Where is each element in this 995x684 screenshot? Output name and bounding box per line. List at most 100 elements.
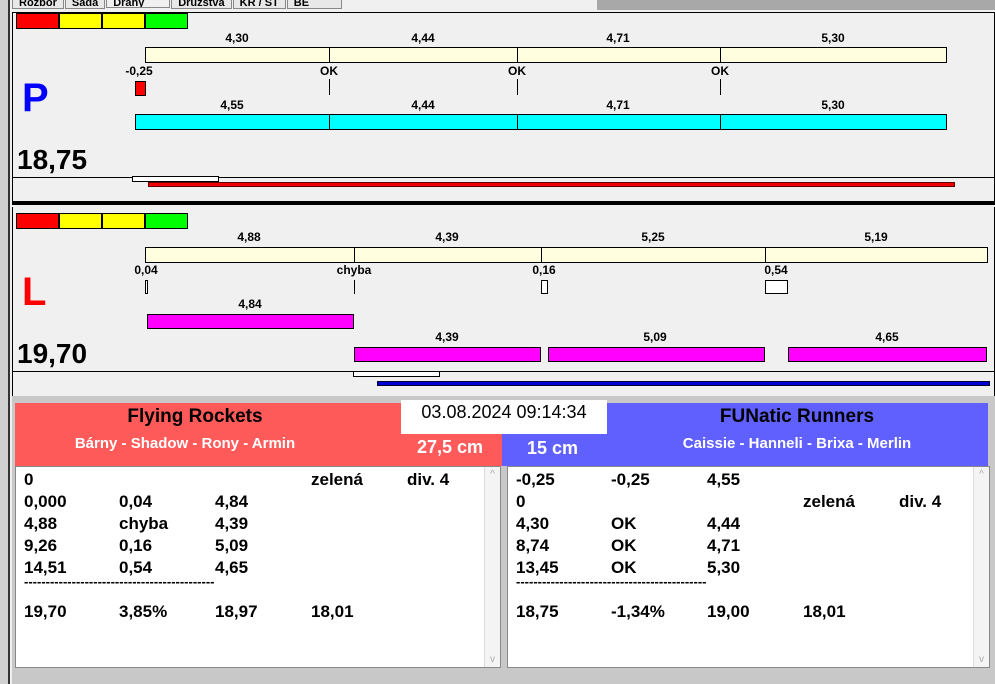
run-label: 4,65 (875, 330, 899, 344)
total-cell: 18,01 (803, 602, 846, 621)
split-label: 5,25 (641, 230, 665, 244)
total-cell: 19,00 (707, 602, 750, 621)
signal-green (145, 213, 188, 229)
run-label: 4,71 (606, 98, 630, 112)
result-cell: 9,26 (24, 536, 58, 555)
signal-green (145, 13, 188, 29)
ideal-bar (145, 47, 947, 63)
timeline-bar (377, 381, 990, 386)
split-label: 4,39 (435, 230, 459, 244)
result-cell: 4,88 (24, 514, 58, 533)
scrollbar[interactable]: ^ v (973, 467, 989, 667)
scrollbar[interactable]: ^ v (484, 467, 500, 667)
signal-yellow (59, 13, 102, 29)
signal-yellow (59, 213, 102, 229)
result-cell: 4,65 (215, 558, 249, 577)
total-cell: 18,97 (215, 602, 258, 621)
total-cell: 18,75 (516, 602, 559, 621)
start-label: -0,25 (125, 64, 153, 78)
tab-drahy[interactable]: Dráhy (106, 0, 171, 8)
run-bar (788, 347, 987, 362)
lane-letter: P (22, 76, 49, 120)
tab-rozbor[interactable]: Rozbor (12, 0, 64, 9)
run-label: 5,09 (643, 330, 667, 344)
lane-letter: L (22, 270, 47, 314)
signal-red (16, 13, 59, 29)
result-cell: OK (611, 536, 637, 555)
split-label: 4,71 (606, 31, 630, 45)
signal-yellow (102, 13, 145, 29)
window-edge (0, 0, 10, 684)
chevron-up-icon[interactable]: ^ (485, 467, 500, 480)
team-name: FUNatic Runners (719, 406, 875, 427)
false-start-marker (135, 81, 146, 96)
result-cell: 0 (516, 492, 526, 511)
result-cell: 4,71 (707, 536, 741, 555)
run-label: 4,39 (435, 330, 459, 344)
team-players: Bárny - Shadow - Rony - Armin (74, 435, 296, 452)
result-cell: zelená (803, 492, 855, 511)
result-cell: div. 4 (407, 470, 450, 489)
chevron-down-icon[interactable]: v (974, 654, 989, 665)
result-cell: 5,30 (707, 558, 741, 577)
signal-yellow (102, 213, 145, 229)
run-label: 4,55 (220, 98, 244, 112)
left-results-panel[interactable]: ^ v 0 zelená div. 4 0,000 0,04 4,84 4,88 chyba 4,… (15, 466, 501, 668)
chevron-down-icon[interactable]: v (485, 654, 500, 665)
result-cell: 4,44 (707, 514, 741, 533)
result-cell: 8,74 (516, 536, 550, 555)
split-label: 5,19 (864, 230, 888, 244)
result-cell: div. 4 (899, 492, 942, 511)
total-cell: 18,01 (311, 602, 354, 621)
result-cell: 5,09 (215, 536, 249, 555)
tab-bar: Rozbor Sada Dráhy Družstva KR / ST BE (12, 0, 343, 10)
split-label: 4,88 (237, 230, 261, 244)
tab-kr-st[interactable]: KR / ST (232, 0, 286, 9)
result-cell: zelená (311, 470, 363, 489)
tab-bar-background (597, 0, 995, 10)
tab-druzstva[interactable]: Družstva (171, 0, 232, 9)
lane-score: 19,70 (17, 338, 88, 369)
run-label: 4,84 (238, 297, 262, 311)
split-label: 5,30 (821, 31, 845, 45)
exchange-label: 0,04 (134, 263, 158, 277)
run-label: 4,44 (411, 98, 435, 112)
timeline-bar (148, 182, 955, 187)
result-cell: OK (611, 514, 637, 533)
total-cell: 3,85% (119, 602, 168, 621)
run-bar (548, 347, 765, 362)
right-results-panel[interactable]: ^ v -0,25 -0,25 4,55 0 zelená div. 4 4,30 OK 4,44… (507, 466, 990, 668)
result-cell: 4,39 (215, 514, 249, 533)
result-cell: 4,55 (707, 470, 741, 489)
result-cell: 0 (24, 470, 34, 489)
exchange-label: 0,54 (764, 263, 788, 277)
lane-l (12, 207, 995, 397)
result-cell: 4,84 (215, 492, 249, 511)
exchange-label: OK (508, 64, 526, 78)
signal-red (16, 213, 59, 229)
split-label: 4,44 (411, 31, 435, 45)
run-bar (354, 347, 541, 362)
team-players: Caissie - Hanneli - Brixa - Merlin (682, 435, 912, 452)
result-cell: -0,25 (611, 470, 650, 489)
result-cell: chyba (119, 514, 169, 533)
chevron-up-icon[interactable]: ^ (974, 467, 989, 480)
tab-be[interactable]: BE (286, 0, 342, 9)
result-cell: -0,25 (516, 470, 555, 489)
ideal-bar (145, 247, 988, 263)
result-cell: 0,04 (119, 492, 153, 511)
separator: ----------------------------------------… (516, 574, 707, 589)
result-cell: 0,000 (24, 492, 67, 511)
lane-score: 18,75 (17, 144, 88, 175)
datetime: 03.08.2024 09:14:34 (401, 400, 607, 434)
exchange-label: OK (711, 64, 729, 78)
run-bar (147, 314, 354, 329)
team-distance: 15 cm (527, 438, 579, 458)
team-name: Flying Rockets (127, 406, 263, 427)
result-cell: 4,30 (516, 514, 550, 533)
tab-sada[interactable]: Sada (64, 0, 106, 9)
run-label: 5,30 (821, 98, 845, 112)
total-cell: -1,34% (611, 602, 665, 621)
run-bar (135, 114, 947, 130)
result-cell: 0,16 (119, 536, 153, 555)
